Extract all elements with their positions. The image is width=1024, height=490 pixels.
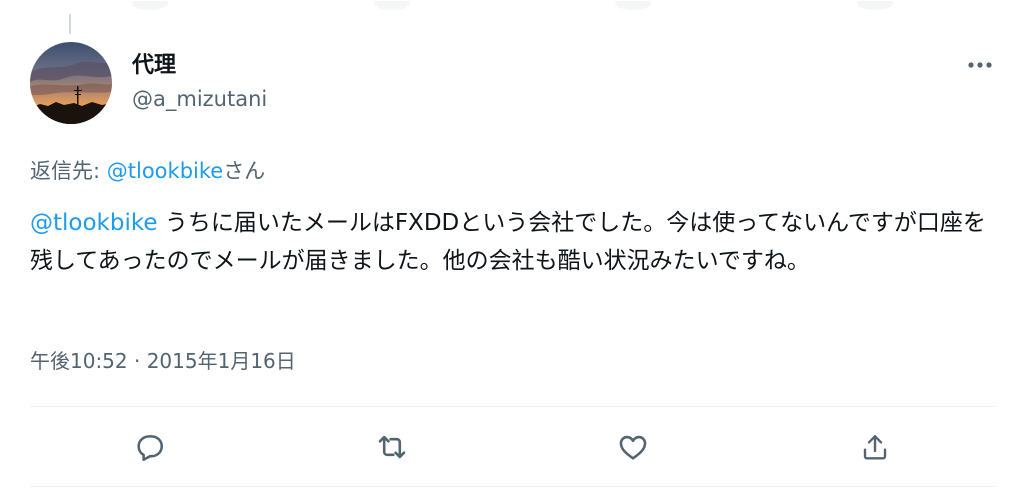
- more-options-button[interactable]: [960, 48, 1000, 78]
- bottom-divider: [30, 486, 996, 487]
- share-button[interactable]: [856, 430, 894, 468]
- user-handle[interactable]: @a_mizutani: [132, 87, 267, 111]
- reply-suffix: さん: [223, 159, 266, 183]
- share-icon: [859, 430, 891, 468]
- replying-to: 返信先: @tlookbikeさん: [30, 155, 265, 185]
- tweet-body: うちに届いたメールはFXDDという会社でした。今は使ってないんですが口座を残して…: [30, 210, 986, 274]
- more-horizontal-icon: [967, 54, 993, 73]
- tweet-text: @tlookbike うちに届いたメールはFXDDという会社でした。今は使ってな…: [30, 204, 1005, 280]
- reply-mention-link[interactable]: @tlookbike: [107, 159, 223, 183]
- display-name[interactable]: 代理: [132, 47, 176, 79]
- mention-link[interactable]: @tlookbike: [30, 210, 158, 236]
- retweet-button[interactable]: [373, 430, 411, 468]
- tweet-timestamp[interactable]: 午後10:52 · 2015年1月16日: [30, 345, 296, 374]
- avatar[interactable]: [30, 42, 112, 124]
- reply-bubble-icon: [133, 430, 167, 468]
- tweet-detail: 代理 @a_mizutani 返信先: @tlookbikeさん @tlookb…: [0, 0, 1024, 490]
- divider: [30, 406, 996, 407]
- reply-prefix: 返信先:: [30, 159, 107, 183]
- retweet-icon: [374, 430, 410, 468]
- heart-icon: [616, 430, 650, 468]
- thread-connector-line: [69, 14, 71, 34]
- previous-tweet-fragment: [0, 0, 1024, 14]
- like-button[interactable]: [614, 430, 652, 468]
- reply-button[interactable]: [131, 430, 169, 468]
